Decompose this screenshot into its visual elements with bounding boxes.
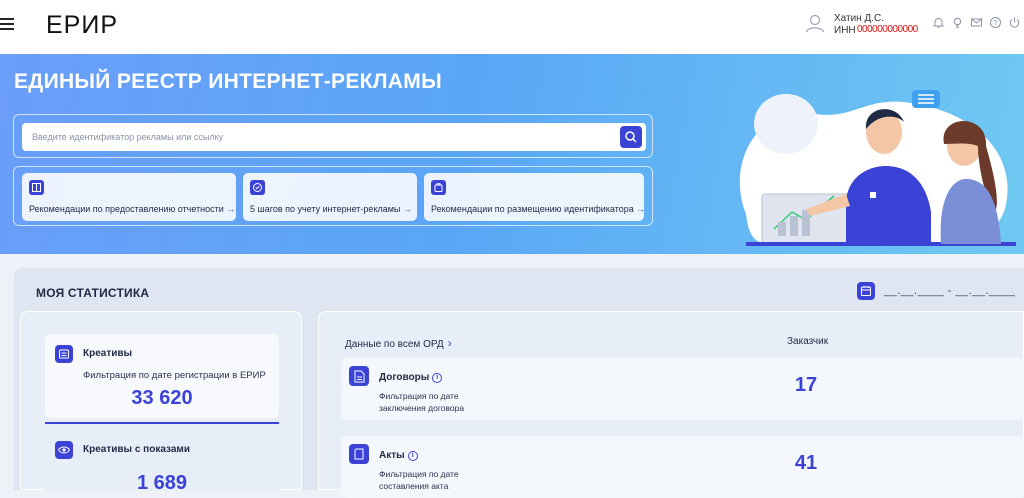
lightbulb-icon[interactable] xyxy=(951,16,964,29)
date-range-field[interactable]: __.__.____ - __.__.____ xyxy=(884,285,1015,297)
arrow-right-icon: → xyxy=(402,204,412,214)
quick-links: Рекомендации по предоставлению отчетност… xyxy=(13,166,653,226)
quick-link-label: 5 шагов по учету интернет-рекламы xyxy=(250,204,401,214)
search-icon xyxy=(625,131,637,143)
quick-link-label: Рекомендации по размещению идентификатор… xyxy=(431,204,634,214)
info-icon[interactable]: i xyxy=(432,373,443,383)
page-title: ЕДИНЫЙ РЕЕСТР ИНТЕРНЕТ-РЕКЛАМЫ xyxy=(14,70,442,93)
column-header-customer: Заказчик xyxy=(787,336,829,347)
quick-link-reporting[interactable]: Рекомендации по предоставлению отчетност… xyxy=(22,173,236,221)
creatives-card: Креативы Фильтрация по дате регистрации … xyxy=(20,311,302,494)
row-value: 41 xyxy=(794,452,818,474)
inn-value: 000000000000 xyxy=(857,24,918,35)
statistics-title: МОЯ СТАТИСТИКА xyxy=(36,286,150,300)
search-input[interactable] xyxy=(32,123,612,151)
search-frame xyxy=(13,114,653,158)
mail-icon[interactable] xyxy=(970,16,983,29)
user-name[interactable]: Хатин Д.С. xyxy=(834,13,884,24)
svg-text:?: ? xyxy=(994,20,998,27)
top-bar: ЕРИР Хатин Д.С. ИНН 000000000000 ? xyxy=(0,0,1024,54)
logo[interactable]: ЕРИР xyxy=(46,11,118,40)
stat-title: Креативы xyxy=(83,348,133,359)
ord-data-card: Данные по всем ОРД › Заказчик Договоры i Ф… xyxy=(318,311,1024,498)
power-icon[interactable] xyxy=(1008,16,1021,29)
quick-link-five-steps[interactable]: 5 шагов по учету интернет-рекламы → xyxy=(243,173,417,221)
row-title: Договоры xyxy=(379,372,430,383)
act-icon xyxy=(349,444,369,464)
arrow-right-icon: → xyxy=(226,204,236,214)
info-icon[interactable]: i xyxy=(407,451,418,461)
stat-subtitle: Фильтрация по дате регистрации в ЕРИР xyxy=(83,370,266,381)
all-ord-data-label: Данные по всем ОРД xyxy=(345,339,444,350)
stat-row-acts[interactable]: Акты i Фильтрация по дате составления акт… xyxy=(341,436,1024,498)
stat-row-contracts[interactable]: Договоры i Фильтрация по дате заключения … xyxy=(341,358,1024,420)
row-subtitle: Фильтрация по дате составления акта xyxy=(379,469,459,491)
hero-banner: ЕДИНЫЙ РЕЕСТР ИНТЕРНЕТ-РЕКЛАМЫ Рекоменда… xyxy=(0,54,1024,254)
inn-label: ИНН xyxy=(834,25,856,36)
bell-icon[interactable] xyxy=(932,16,945,29)
stat-value: 1 689 xyxy=(136,472,188,494)
hero-illustration xyxy=(739,90,1016,246)
row-value: 17 xyxy=(794,374,818,396)
quick-link-identifier[interactable]: Рекомендации по размещению идентификатор… xyxy=(424,173,646,221)
creative-icon xyxy=(55,345,73,363)
calendar-icon xyxy=(861,286,871,296)
check-circle-icon xyxy=(250,180,265,195)
row-subtitle: Фильтрация по дате заключения договора xyxy=(379,391,465,413)
all-ord-data-link[interactable]: Данные по всем ОРД › xyxy=(345,336,452,350)
help-icon[interactable]: ? xyxy=(989,16,1002,29)
calendar-button[interactable] xyxy=(857,282,875,300)
stat-creatives[interactable]: Креативы Фильтрация по дате регистрации … xyxy=(45,334,279,424)
arrow-right-icon: → xyxy=(636,204,646,214)
stat-title: Креативы с показами xyxy=(83,444,190,455)
contract-icon xyxy=(349,366,369,386)
menu-icon[interactable] xyxy=(0,18,14,30)
stat-value: 33 620 xyxy=(131,387,193,409)
user-avatar-icon[interactable] xyxy=(804,12,826,34)
search-box xyxy=(22,123,646,151)
quick-link-label: Рекомендации по предоставлению отчетност… xyxy=(29,204,224,214)
search-button[interactable] xyxy=(620,126,642,148)
row-title: Акты xyxy=(379,450,405,461)
stat-creatives-with-impressions[interactable]: Креативы с показами 1 689 xyxy=(45,430,279,494)
book-icon xyxy=(29,180,44,195)
eye-icon xyxy=(55,441,73,459)
chevron-right-icon: › xyxy=(447,336,452,350)
statistics-panel: МОЯ СТАТИСТИКА __.__.____ - __.__.____ К… xyxy=(14,268,1024,498)
bag-icon xyxy=(431,180,446,195)
